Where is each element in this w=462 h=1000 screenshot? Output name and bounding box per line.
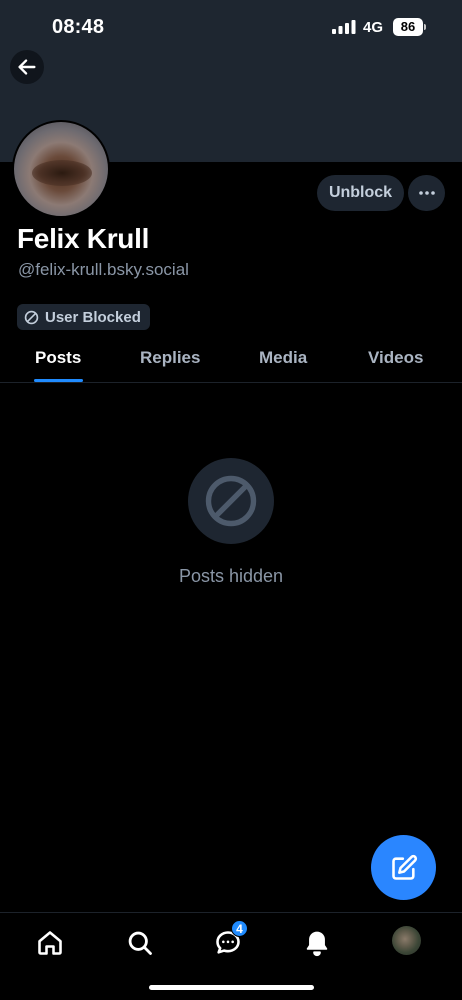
signal-icon [332, 20, 356, 34]
status-time: 08:48 [52, 16, 105, 38]
user-blocked-label: User Blocked [45, 308, 141, 326]
display-name: Felix Krull [17, 223, 150, 254]
profile-avatar[interactable] [12, 120, 110, 218]
more-options-button[interactable] [408, 175, 445, 211]
nav-search[interactable] [120, 927, 160, 959]
compose-icon [391, 854, 417, 880]
tab-videos[interactable]: Videos [368, 348, 423, 368]
profile-tabs: Posts Replies Media Videos [0, 340, 462, 383]
battery-tip [424, 24, 426, 30]
unblock-button[interactable]: Unblock [317, 175, 404, 211]
back-button[interactable] [10, 50, 44, 84]
battery-level: 86 [393, 18, 423, 36]
arrow-left-icon [18, 59, 36, 75]
bell-icon [306, 931, 328, 957]
profile-handle: @felix-krull.bsky.social [18, 260, 189, 279]
status-bar: 08:48 4G 86 [0, 0, 462, 56]
nav-profile-avatar[interactable] [392, 926, 421, 955]
active-tab-indicator [34, 379, 83, 382]
compose-button[interactable] [371, 835, 436, 900]
user-blocked-badge: User Blocked [17, 304, 150, 330]
blocked-icon [205, 475, 257, 527]
home-indicator [149, 985, 314, 990]
blocked-icon [24, 310, 39, 324]
network-type: 4G [363, 19, 384, 36]
home-icon [38, 931, 62, 955]
avatar-image [32, 160, 92, 186]
posts-hidden-icon-container [188, 458, 274, 544]
chat-unread-badge: 4 [231, 920, 248, 937]
search-icon [128, 931, 152, 955]
tab-media[interactable]: Media [259, 348, 307, 368]
nav-notifications[interactable] [297, 927, 337, 959]
ellipsis-icon [418, 191, 435, 195]
posts-hidden-message: Posts hidden [178, 566, 284, 586]
tab-replies[interactable]: Replies [140, 348, 200, 368]
tab-posts[interactable]: Posts [35, 348, 81, 368]
nav-home[interactable] [30, 927, 70, 959]
